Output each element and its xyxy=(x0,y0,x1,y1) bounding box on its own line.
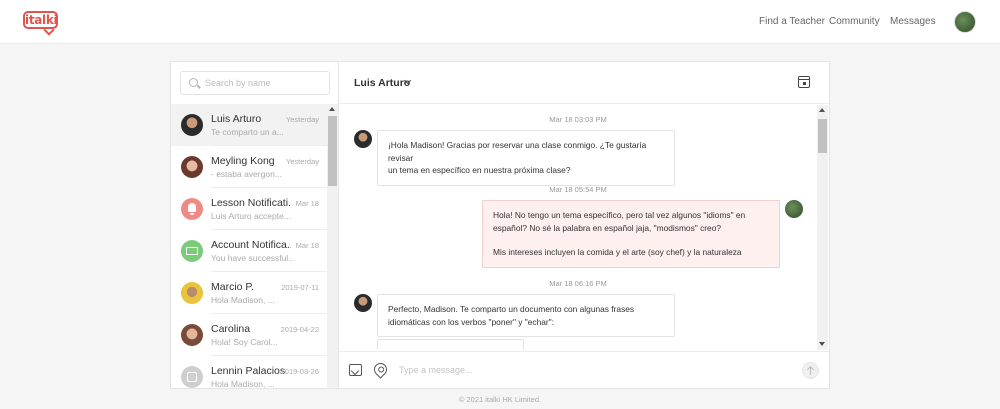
italki-logo[interactable]: italki xyxy=(23,11,59,36)
messages-card: Luis Arturo Yesterday Te comparto un a..… xyxy=(170,61,830,389)
image-upload-icon[interactable] xyxy=(349,364,362,376)
message-timestamp: Mar 18 06:16 PM xyxy=(549,279,607,288)
avatar xyxy=(354,130,372,148)
conversation-name: Marcio P. xyxy=(211,281,254,293)
scroll-up-icon[interactable] xyxy=(819,108,825,112)
conversation-date: Yesterday xyxy=(285,157,319,166)
conversation-item[interactable]: Marcio P. 2019-07-11 Hola Madison, ... xyxy=(171,272,327,314)
sidebar-scrollbar[interactable] xyxy=(327,104,338,388)
chat-contact-name[interactable]: Luis Arturo xyxy=(354,77,410,89)
conversation-name: Luis Arturo xyxy=(211,113,262,125)
conversation-item[interactable]: Lennin Palacios 2019-03-26 Hola Madison,… xyxy=(171,356,327,388)
message-timestamp: Mar 18 03:03 PM xyxy=(549,115,607,124)
message-bubble: Perfecto, Madison. Te comparto un docume… xyxy=(377,294,675,337)
message-input[interactable] xyxy=(399,362,779,378)
avatar xyxy=(181,282,203,304)
conversation-snippet: Te comparto un a... xyxy=(211,127,284,137)
footer-copyright: © 2021 italki HK Limited. xyxy=(458,395,542,404)
conversation-snippet: Hola Madison, ... xyxy=(211,295,275,305)
calendar-icon[interactable] xyxy=(798,76,810,88)
search-icon xyxy=(189,78,198,87)
location-pin-icon[interactable] xyxy=(371,360,390,379)
scroll-down-icon[interactable] xyxy=(819,342,825,346)
message-timestamp: Mar 18 05:54 PM xyxy=(549,185,607,194)
scroll-up-icon[interactable] xyxy=(329,107,335,111)
nav-find-teacher[interactable]: Find a Teacher xyxy=(759,16,825,27)
conversation-snippet: You have successful... xyxy=(211,253,296,263)
logo-text: italki xyxy=(23,11,58,29)
nav-messages[interactable]: Messages xyxy=(890,16,936,27)
conversation-date: 2019-04-22 xyxy=(280,325,319,334)
search-box[interactable] xyxy=(180,71,330,95)
avatar xyxy=(181,156,203,178)
conversation-item[interactable]: Carolina 2019-04-22 Hola! Soy Carol... xyxy=(171,314,327,356)
message-thread: Mar 18 03:03 PM ¡Hola Madison! Gracias p… xyxy=(339,105,817,350)
chat-pane: Luis Arturo Mar 18 03:03 PM ¡Hola Madiso… xyxy=(339,62,829,388)
conversation-snippet: Hola! Soy Carol... xyxy=(211,337,278,347)
conversation-snippet: Hola Madison, ... xyxy=(211,379,275,388)
conversation-name: Carolina xyxy=(211,323,251,335)
conversation-item[interactable]: Account Notifica... Mar 18 You have succ… xyxy=(171,230,327,272)
avatar xyxy=(785,200,803,218)
conversation-item[interactable]: Meyling Kong Yesterday - estaba avergon.… xyxy=(171,146,327,188)
ticket-icon xyxy=(181,240,203,262)
conversation-name: Lesson Notificati... xyxy=(211,197,291,209)
conversation-date: Mar 18 xyxy=(295,241,319,250)
scrollbar-thumb[interactable] xyxy=(818,119,827,153)
conversation-date: Mar 18 xyxy=(295,199,319,208)
conversation-name: Meyling Kong xyxy=(211,155,275,167)
conversation-date: 2019-03-26 xyxy=(280,367,319,376)
message-bubble-mine: Hola! No tengo un tema específico, pero … xyxy=(482,200,780,268)
chat-header: Luis Arturo xyxy=(339,62,829,104)
conversation-list: Luis Arturo Yesterday Te comparto un a..… xyxy=(171,104,327,388)
conversation-date: 2019-07-11 xyxy=(281,283,319,292)
attachment-bubble[interactable] xyxy=(377,339,524,350)
avatar xyxy=(181,114,203,136)
send-button[interactable] xyxy=(802,362,819,379)
message-paragraph: Mis intereses incluyen la comida y el ar… xyxy=(493,247,742,257)
nav-community[interactable]: Community xyxy=(829,16,880,27)
avatar xyxy=(354,294,372,312)
message-line: Perfecto, Madison. Te comparto un docume… xyxy=(388,304,635,314)
conversation-item[interactable]: Lesson Notificati... Mar 18 Luis Arturo … xyxy=(171,188,327,230)
message-composer xyxy=(339,351,829,388)
conversation-sidebar: Luis Arturo Yesterday Te comparto un a..… xyxy=(171,62,339,388)
message-line: ¡Hola Madison! Gracias por reservar una … xyxy=(388,140,647,163)
avatar xyxy=(181,324,203,346)
top-nav: italki Find a Teacher Community Messages xyxy=(0,0,1000,44)
bell-icon xyxy=(181,198,203,220)
conversation-snippet: Luis Arturo accepte... xyxy=(211,211,291,221)
search-input[interactable] xyxy=(205,75,325,91)
conversation-name: Account Notifica... xyxy=(211,239,291,251)
message-line: idiomáticas con los verbos "poner" y "ec… xyxy=(388,316,554,327)
user-avatar[interactable] xyxy=(954,11,976,33)
scrollbar-thumb[interactable] xyxy=(328,116,337,186)
message-bubble: ¡Hola Madison! Gracias por reservar una … xyxy=(377,130,675,186)
chat-scrollbar[interactable] xyxy=(817,105,828,350)
conversation-date: Yesterday xyxy=(285,115,319,124)
message-paragraph: Hola! No tengo un tema específico, pero … xyxy=(493,210,746,233)
conversation-name: Lennin Palacios xyxy=(211,365,286,377)
conversation-item[interactable]: Luis Arturo Yesterday Te comparto un a..… xyxy=(171,104,327,146)
message-line: un tema en específico en nuestra próxima… xyxy=(388,165,571,175)
placeholder-avatar-icon xyxy=(181,366,203,388)
conversation-snippet: - estaba avergon... xyxy=(211,169,282,179)
